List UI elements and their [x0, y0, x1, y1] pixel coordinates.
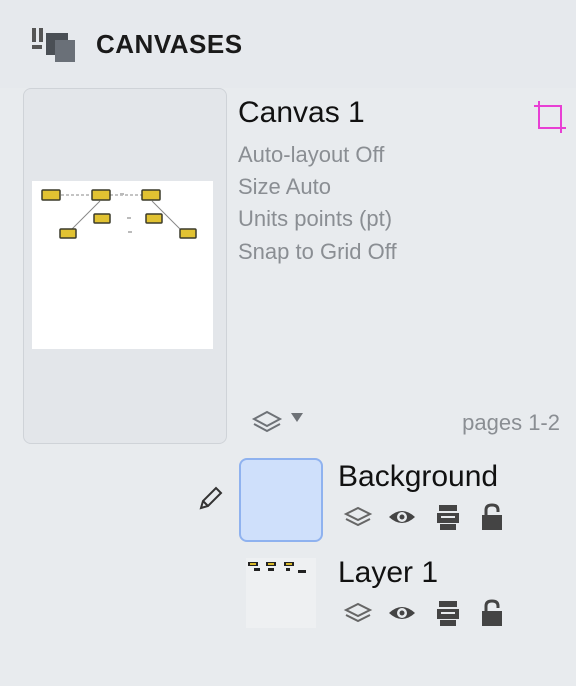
canvas-thumbnail[interactable]: [32, 181, 213, 349]
printer-icon[interactable]: [433, 598, 463, 628]
background-layer-controls: [343, 502, 508, 536]
canvases-header: CANVASES: [0, 0, 576, 88]
canvases-icon: [30, 25, 78, 65]
layer-stack-icon[interactable]: [343, 502, 373, 532]
eye-icon[interactable]: [387, 502, 417, 532]
layer-1-name[interactable]: Layer 1: [338, 556, 438, 590]
auto-layout-property: Auto-layout Off: [238, 142, 385, 167]
size-property: Size Auto: [238, 174, 331, 199]
layers-menu-button[interactable]: [250, 405, 310, 439]
canvas-frame-icon[interactable]: [533, 100, 567, 134]
background-layer-name[interactable]: Background: [338, 460, 498, 494]
eye-icon[interactable]: [387, 598, 417, 628]
pages-label: pages 1-2: [462, 410, 560, 435]
printer-icon[interactable]: [433, 502, 463, 532]
snap-to-grid-property: Snap to Grid Off: [238, 239, 397, 264]
pencil-icon: [195, 484, 225, 514]
layer-stack-icon[interactable]: [343, 598, 373, 628]
background-layer-swatch[interactable]: [239, 458, 323, 542]
layer-1-controls: [343, 598, 508, 632]
canvas-name: Canvas 1: [238, 96, 365, 129]
panel-title: CANVASES: [96, 29, 243, 59]
units-property: Units points (pt): [238, 206, 393, 231]
lock-icon[interactable]: [477, 502, 507, 532]
lock-icon[interactable]: [477, 598, 507, 628]
layer-1-thumbnail[interactable]: [246, 558, 316, 628]
